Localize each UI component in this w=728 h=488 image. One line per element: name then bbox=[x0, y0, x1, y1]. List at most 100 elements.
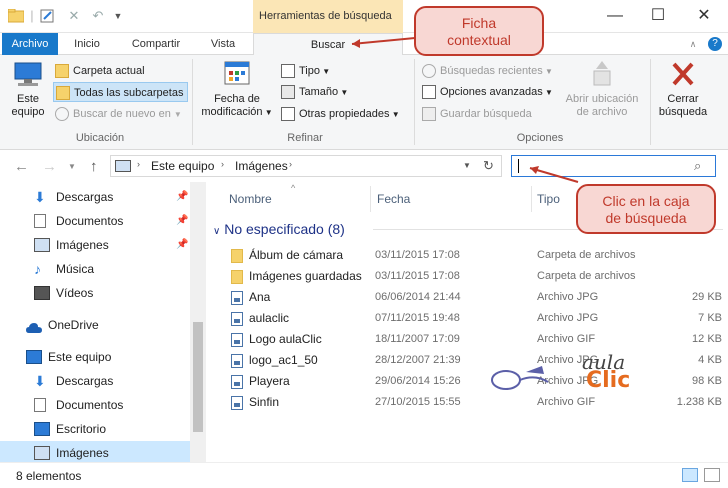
mouse-icon bbox=[491, 366, 549, 390]
file-type: Archivo GIF bbox=[537, 333, 596, 345]
carpeta-actual-button[interactable]: Carpeta actual bbox=[53, 61, 145, 81]
nav-item-documentos[interactable]: Documentos 📌 bbox=[0, 209, 190, 233]
otras-propiedades-button[interactable]: Otras propiedades ▼ bbox=[279, 104, 400, 124]
image-file-icon bbox=[231, 312, 243, 326]
pin-icon[interactable]: 📌 bbox=[176, 233, 188, 257]
ribbon-separator bbox=[192, 59, 193, 145]
column-header-fecha[interactable]: Fecha bbox=[377, 192, 410, 206]
column-separator[interactable] bbox=[531, 186, 532, 212]
nav-item-documentos-2[interactable]: Documentos bbox=[0, 393, 190, 417]
table-row[interactable]: aulaclic 07/11/2015 19:48 Archivo JPG 7 KB bbox=[207, 308, 728, 329]
nav-item-este-equipo[interactable]: Este equipo bbox=[0, 345, 190, 369]
buscar-nuevo-button[interactable]: Buscar de nuevo en ▼ bbox=[53, 104, 182, 124]
subfolders-icon bbox=[56, 86, 70, 100]
guardar-busqueda-button[interactable]: Guardar búsqueda bbox=[420, 104, 532, 124]
callout-ficha-contextual: Ficha contextual bbox=[414, 6, 544, 56]
nav-item-descargas-2[interactable]: ⬇ Descargas bbox=[0, 369, 190, 393]
nav-item-onedrive[interactable]: OneDrive bbox=[0, 313, 190, 337]
close-button[interactable]: ✕ bbox=[694, 6, 714, 26]
nav-item-videos[interactable]: Vídeos bbox=[0, 281, 190, 305]
column-header-tipo[interactable]: Tipo bbox=[537, 192, 560, 206]
todas-subcarpetas-button[interactable]: Todas las subcarpetas bbox=[53, 82, 189, 102]
details-view-icon[interactable] bbox=[682, 468, 698, 482]
recent-searches-icon bbox=[422, 64, 436, 78]
folder-icon bbox=[231, 249, 243, 263]
ribbon-tabs: Archivo Inicio Compartir Vista Buscar ∧ … bbox=[0, 33, 728, 56]
file-name: Imágenes guardadas bbox=[249, 269, 362, 283]
size-icon bbox=[281, 85, 295, 99]
download-icon: ⬇ bbox=[34, 373, 46, 389]
table-row[interactable]: Álbum de cámara 03/11/2015 17:08 Carpeta d… bbox=[207, 245, 728, 266]
group-label-ubicacion: Ubicación bbox=[75, 132, 125, 144]
nav-item-imagenes[interactable]: Imágenes 📌 bbox=[0, 233, 190, 257]
minimize-button[interactable]: — bbox=[605, 6, 625, 26]
large-icons-view-icon[interactable] bbox=[704, 468, 720, 482]
download-icon: ⬇ bbox=[34, 189, 46, 205]
fecha-modificacion-button[interactable]: Fecha de modificación ▼ bbox=[198, 59, 276, 119]
tab-vista[interactable]: Vista bbox=[198, 33, 248, 55]
chevron-down-icon[interactable]: ▼ bbox=[463, 161, 471, 170]
table-row[interactable]: logo_ac1_50 28/12/2007 21:39 Archivo JPG 4 … bbox=[207, 350, 728, 371]
image-file-icon bbox=[231, 291, 243, 305]
maximize-button[interactable]: ☐ bbox=[648, 6, 668, 26]
fecha-mod-label-1: Fecha de bbox=[214, 93, 260, 105]
pin-icon[interactable]: 📌 bbox=[176, 209, 188, 233]
document-icon bbox=[34, 398, 46, 412]
file-type: Archivo JPG bbox=[537, 312, 599, 324]
ribbon-separator bbox=[650, 59, 651, 145]
nav-scrollbar-thumb[interactable] bbox=[193, 322, 203, 432]
file-size: 12 KB bbox=[692, 333, 722, 345]
opciones-avanzadas-button[interactable]: Opciones avanzadas ▼ bbox=[420, 82, 553, 102]
save-icon bbox=[422, 107, 436, 121]
tab-archivo[interactable]: Archivo bbox=[2, 33, 58, 55]
back-icon[interactable]: ← bbox=[14, 158, 29, 175]
nav-item-musica[interactable]: ♪ Música bbox=[0, 257, 190, 281]
address-bar[interactable]: › Este equipo › Imágenes › ▼ ↻ bbox=[110, 155, 502, 177]
opciones-avanzadas-label: Opciones avanzadas bbox=[440, 86, 543, 98]
delete-icon[interactable]: ✕ bbox=[66, 9, 82, 23]
recent-locations-icon[interactable]: ▼ bbox=[68, 162, 76, 171]
column-header-nombre[interactable]: Nombre bbox=[229, 192, 272, 206]
breadcrumb-imagenes[interactable]: Imágenes bbox=[235, 159, 288, 173]
search-again-icon bbox=[55, 107, 69, 121]
properties-icon[interactable] bbox=[40, 9, 56, 23]
ribbon: Este equipo Carpeta actual Todas las sub… bbox=[0, 55, 728, 150]
breadcrumb-este-equipo[interactable]: Este equipo bbox=[151, 159, 214, 173]
undo-icon[interactable]: ↶ bbox=[90, 9, 106, 23]
busquedas-recientes-button[interactable]: Búsquedas recientes ▼ bbox=[420, 61, 553, 81]
tab-compartir[interactable]: Compartir bbox=[120, 33, 192, 55]
pin-icon[interactable]: 📌 bbox=[176, 185, 188, 209]
table-row[interactable]: Playera 29/06/2014 15:26 Archivo JPG 98 KB bbox=[207, 371, 728, 392]
computer-icon bbox=[14, 62, 42, 86]
logo-clic: Clic bbox=[586, 368, 631, 393]
tamano-button[interactable]: Tamaño ▼ bbox=[279, 82, 348, 102]
table-row[interactable]: Ana 06/06/2014 21:44 Archivo JPG 29 KB bbox=[207, 287, 728, 308]
abrir-ubicacion-button[interactable]: Abrir ubicación de archivo bbox=[560, 59, 644, 119]
column-separator[interactable] bbox=[370, 186, 371, 212]
tab-inicio[interactable]: Inicio bbox=[62, 33, 112, 55]
tipo-button[interactable]: Tipo ▼ bbox=[279, 61, 330, 81]
pictures-icon bbox=[115, 160, 131, 172]
search-icon[interactable]: ⌕ bbox=[694, 158, 701, 174]
qat-dropdown-icon[interactable]: ▼ bbox=[110, 9, 126, 23]
table-row[interactable]: Sinfin 27/10/2015 15:55 Archivo GIF 1.238 K… bbox=[207, 392, 728, 413]
search-input[interactable]: ⌕ bbox=[511, 155, 716, 177]
nav-item-descargas[interactable]: ⬇ Descargas 📌 bbox=[0, 185, 190, 209]
collapse-ribbon-icon[interactable]: ∧ bbox=[686, 33, 700, 55]
table-row[interactable]: Logo aulaClic 18/11/2007 17:09 Archivo GIF… bbox=[207, 329, 728, 350]
cerrar-busqueda-button[interactable]: Cerrar búsqueda bbox=[654, 59, 712, 119]
navigation-pane: ⬇ Descargas 📌 Documentos 📌 Imágenes 📌 ♪ … bbox=[0, 182, 206, 465]
folder-icon[interactable] bbox=[7, 8, 25, 23]
tab-buscar[interactable]: Buscar bbox=[253, 33, 403, 56]
este-equipo-button[interactable]: Este equipo bbox=[6, 59, 50, 119]
help-icon[interactable]: ? bbox=[708, 37, 722, 51]
refresh-icon[interactable]: ↻ bbox=[483, 158, 494, 174]
forward-icon[interactable]: → bbox=[42, 158, 57, 175]
computer-icon bbox=[26, 350, 42, 364]
nav-item-escritorio[interactable]: Escritorio bbox=[0, 417, 190, 441]
navigation-bar: ← → ▼ ↑ › Este equipo › Imágenes › ▼ ↻ ⌕ bbox=[0, 150, 728, 182]
file-name: Ana bbox=[249, 290, 271, 304]
table-row[interactable]: Imágenes guardadas 03/11/2015 17:08 Carpet… bbox=[207, 266, 728, 287]
pictures-icon bbox=[34, 238, 50, 252]
up-icon[interactable]: ↑ bbox=[90, 158, 98, 175]
